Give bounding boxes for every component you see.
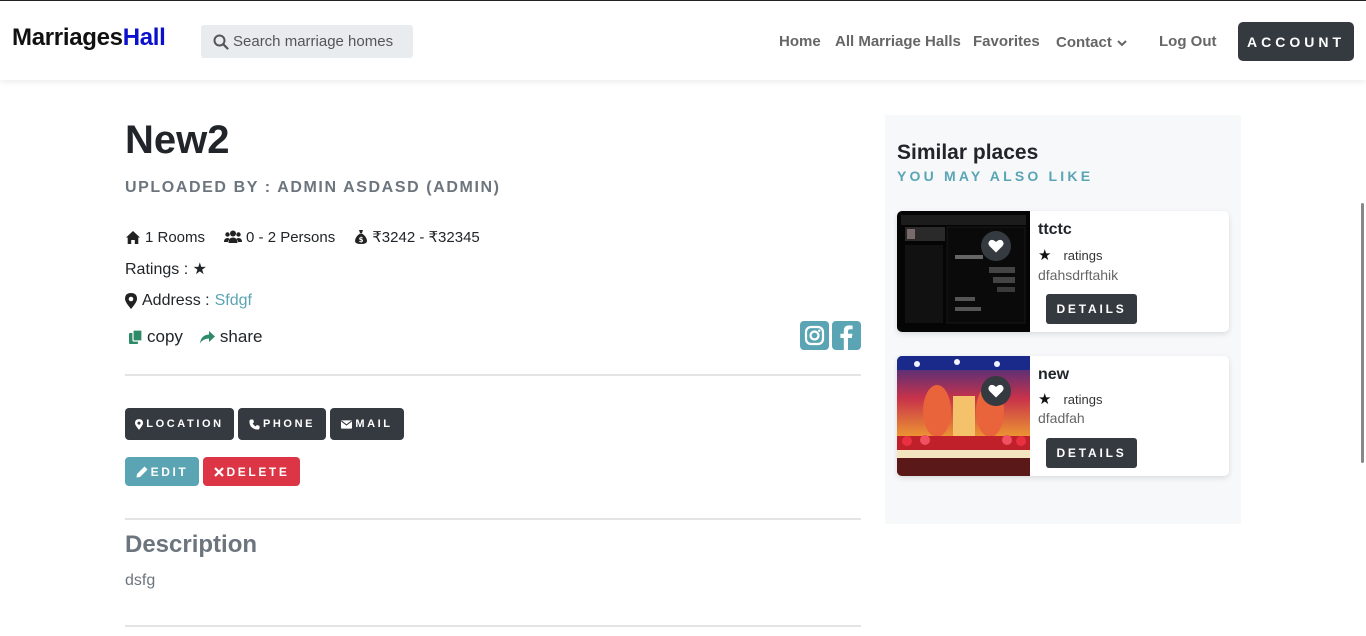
rooms-info: 1 Rooms — [125, 229, 205, 246]
heart-icon — [988, 384, 1004, 398]
rooms-text: 1 Rooms — [145, 228, 206, 246]
share-actions: copy share — [128, 327, 278, 347]
svg-text:$: $ — [359, 236, 364, 244]
description-title: Description — [125, 531, 258, 558]
star-icon: ★ — [1038, 391, 1052, 408]
home-icon — [126, 230, 140, 244]
mail-icon — [341, 419, 353, 429]
nav-home[interactable]: Home — [779, 33, 821, 50]
place-thumbnail — [897, 211, 1030, 332]
page-title: New2 — [125, 118, 230, 162]
facebook-link[interactable] — [832, 321, 861, 350]
place-name[interactable]: new — [1038, 366, 1069, 384]
delete-label: DELETE — [226, 464, 290, 479]
chevron-down-icon — [1117, 39, 1127, 46]
copy-button[interactable]: copy — [128, 327, 183, 347]
nav-logout[interactable]: Log Out — [1159, 33, 1216, 50]
nav-contact-label: Contact — [1056, 34, 1112, 51]
page-scrollbar[interactable] — [1361, 203, 1364, 463]
nav-contact-dropdown[interactable]: Contact — [1056, 34, 1127, 51]
address-label: Address : — [142, 292, 210, 309]
place-thumbnail — [897, 356, 1030, 476]
address: Address : Sfdgf — [125, 292, 252, 310]
copy-icon — [129, 329, 143, 344]
address-value[interactable]: Sfdgf — [215, 292, 252, 310]
nav-favorites[interactable]: Favorites — [973, 33, 1040, 50]
search-box — [201, 25, 413, 58]
map-marker-icon — [125, 293, 137, 309]
details-button[interactable]: DETAILS — [1046, 294, 1137, 324]
admin-buttons: EDIT DELETE — [125, 457, 300, 486]
ratings-label: ratings — [1063, 391, 1103, 407]
copy-label: copy — [147, 327, 183, 346]
divider — [125, 625, 861, 627]
place-ratings: ★ ratings — [1038, 246, 1102, 264]
contact-buttons: LOCATION PHONE MAIL — [125, 408, 404, 440]
account-button[interactable]: ACCOUNT — [1238, 22, 1354, 61]
share-label: share — [219, 327, 263, 346]
instagram-link[interactable] — [800, 321, 829, 350]
brand-accent-text: Hall — [122, 24, 166, 51]
search-input[interactable] — [233, 33, 413, 50]
location-button[interactable]: LOCATION — [125, 408, 234, 440]
location-label: LOCATION — [146, 418, 224, 430]
mail-label: MAIL — [355, 418, 393, 430]
sidebar-title: Similar places — [897, 141, 1039, 164]
star-icon: ★ — [1038, 247, 1052, 264]
nav-all-marriage-halls[interactable]: All Marriage Halls — [835, 33, 961, 50]
social-links — [800, 321, 861, 350]
facebook-icon — [840, 325, 853, 350]
money-bag-icon: $ — [355, 230, 368, 244]
heart-icon — [988, 239, 1004, 253]
details-button[interactable]: DETAILS — [1046, 438, 1137, 468]
divider — [125, 518, 861, 520]
brand-main-text: Marriages — [12, 24, 123, 51]
search-icon — [213, 34, 229, 50]
place-card[interactable]: new ★ ratings dfadfah DETAILS — [897, 356, 1229, 476]
ratings: Ratings : ★ — [125, 261, 207, 278]
share-button[interactable]: share — [199, 327, 263, 347]
place-name[interactable]: ttctc — [1038, 221, 1072, 239]
uploaded-by: UPLOADED BY : ADMIN ASDASD (ADMIN) — [125, 179, 501, 196]
map-marker-icon — [135, 418, 144, 430]
share-icon — [199, 330, 215, 343]
description-text: dsfg — [125, 572, 156, 589]
mail-button[interactable]: MAIL — [330, 408, 404, 440]
price-info: $ ₹3242 - ₹32345 — [354, 228, 480, 246]
hall-meta: 1 Rooms 0 - 2 Persons $ ₹3242 - ₹32345 — [125, 228, 499, 246]
similar-places-sidebar: Similar places YOU MAY ALSO LIKE ttctc ★… — [885, 115, 1241, 524]
price-text: ₹3242 - ₹32345 — [372, 229, 480, 246]
ratings-label: ratings — [1063, 247, 1103, 263]
edit-button[interactable]: EDIT — [125, 457, 199, 486]
close-icon — [213, 466, 224, 477]
persons-info: 0 - 2 Persons — [224, 229, 335, 246]
sidebar-subtitle: YOU MAY ALSO LIKE — [897, 168, 1094, 184]
place-subtitle: dfahsdrftahik — [1038, 267, 1119, 283]
brand-logo[interactable]: MarriagesHall — [12, 24, 166, 52]
place-ratings: ★ ratings — [1038, 390, 1102, 408]
instagram-icon — [804, 325, 825, 346]
divider — [125, 374, 861, 376]
phone-icon — [249, 418, 260, 430]
favorite-button[interactable] — [981, 231, 1011, 261]
favorite-button[interactable] — [981, 376, 1011, 406]
place-card[interactable]: ttctc ★ ratings dfahsdrftahik DETAILS — [897, 211, 1229, 332]
place-subtitle: dfadfah — [1038, 410, 1085, 426]
pencil-icon — [136, 466, 148, 477]
phone-label: PHONE — [262, 418, 316, 430]
phone-button[interactable]: PHONE — [238, 408, 326, 440]
users-icon — [224, 230, 243, 243]
persons-text: 0 - 2 Persons — [246, 228, 336, 246]
delete-button[interactable]: DELETE — [203, 457, 300, 486]
edit-label: EDIT — [150, 464, 189, 479]
navbar: MarriagesHall Home All Marriage Halls Fa… — [0, 0, 1366, 80]
